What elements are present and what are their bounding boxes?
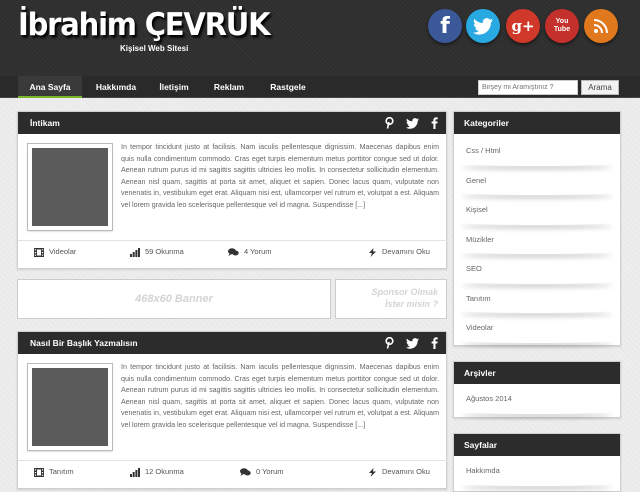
twitter-bird-icon xyxy=(473,17,493,35)
film-icon xyxy=(34,467,44,477)
googleplus-glyph: g+ xyxy=(511,17,535,35)
categories-list: Css / Html Genel Kişisel Müzikler SEO Ta… xyxy=(454,134,620,345)
category-item[interactable]: SEO xyxy=(454,256,620,286)
category-item[interactable]: Genel xyxy=(454,168,620,198)
archives-widget: Arşivler Ağustos 2014 xyxy=(453,361,621,418)
post-title[interactable]: Nasıl Bir Başlık Yazmalısın xyxy=(30,338,138,348)
post-category-label: Tanıtım xyxy=(49,467,74,476)
category-item[interactable]: Müzikler xyxy=(454,227,620,257)
pages-list: Hakkımda xyxy=(454,456,620,488)
post-meta: Videolar 59 Okunma 4 Yorum Devamını Oku xyxy=(18,240,448,262)
googleplus-icon[interactable]: g+ xyxy=(506,9,540,43)
post-card: Nasıl Bir Başlık Yazmalısın In tempor ti… xyxy=(17,331,448,489)
youtube-icon[interactable]: You Tube xyxy=(545,9,579,43)
post-share-icons xyxy=(385,332,438,354)
post-reads-label: 59 Okunma xyxy=(145,247,184,256)
site-tagline: Kişisel Web Sitesi xyxy=(120,44,189,53)
archive-item[interactable]: Ağustos 2014 xyxy=(454,386,620,416)
twitter-icon[interactable] xyxy=(466,9,500,43)
search-input[interactable] xyxy=(478,80,578,95)
nav-item-about[interactable]: Hakkımda xyxy=(88,76,144,98)
post-share-icons xyxy=(385,112,438,134)
categories-title: Kategoriler xyxy=(454,112,620,134)
post-thumbnail[interactable] xyxy=(27,143,113,231)
sponsor-banner[interactable]: Sponsor Olmak İster misin ? xyxy=(335,279,447,319)
sponsor-line-1: Sponsor Olmak xyxy=(371,287,438,297)
pages-widget: Sayfalar Hakkımda xyxy=(453,433,621,492)
post-category[interactable]: Videolar xyxy=(34,241,76,263)
post-comments[interactable]: 0 Yorum xyxy=(240,461,284,483)
pages-title: Sayfalar xyxy=(454,434,620,456)
read-more-label: Devamını Oku xyxy=(382,247,430,256)
lightning-icon xyxy=(369,467,376,477)
nav-item-random[interactable]: Rastgele xyxy=(260,76,316,98)
read-more-link[interactable]: Devamını Oku xyxy=(368,241,430,263)
main-ad-banner[interactable]: 468x60 Banner xyxy=(17,279,331,319)
read-more-label: Devamını Oku xyxy=(382,467,430,476)
bar-chart-icon xyxy=(130,247,140,257)
post-reads-label: 12 Okunma xyxy=(145,467,184,476)
archives-list: Ağustos 2014 xyxy=(454,384,620,416)
post-title[interactable]: İntikam xyxy=(30,118,60,128)
nav-item-contact[interactable]: İletişim xyxy=(150,76,198,98)
site-title[interactable]: İbrahim ÇEVRÜK xyxy=(18,6,271,43)
category-item[interactable]: Videolar xyxy=(454,315,620,345)
twitter-share-icon[interactable] xyxy=(406,117,419,129)
pinterest-icon[interactable] xyxy=(385,117,394,129)
main-banner-label: 468x60 Banner xyxy=(135,293,213,305)
categories-widget: Kategoriler Css / Html Genel Kişisel Müz… xyxy=(453,111,621,346)
post-category[interactable]: Tanıtım xyxy=(34,461,74,483)
facebook-icon[interactable]: f xyxy=(428,9,462,43)
facebook-share-icon[interactable] xyxy=(431,117,438,129)
comments-icon xyxy=(240,467,251,476)
post-comments-label: 0 Yorum xyxy=(256,467,284,476)
page-item[interactable]: Hakkımda xyxy=(454,458,620,488)
read-more-link[interactable]: Devamını Oku xyxy=(368,461,430,483)
post-card: İntikam In tempor tincidunt justo at fac… xyxy=(17,111,448,269)
post-comments-label: 4 Yorum xyxy=(244,247,272,256)
category-item[interactable]: Kişisel xyxy=(454,197,620,227)
film-icon xyxy=(34,247,44,257)
twitter-share-icon[interactable] xyxy=(406,337,419,349)
post-meta: Tanıtım 12 Okunma 0 Yorum Devamını Oku xyxy=(18,460,448,482)
rss-feed-icon xyxy=(593,19,608,34)
post-header: Nasıl Bir Başlık Yazmalısın xyxy=(18,332,446,354)
lightning-icon xyxy=(369,247,376,257)
nav-item-ads[interactable]: Reklam xyxy=(204,76,254,98)
category-item[interactable]: Css / Html xyxy=(454,138,620,168)
facebook-glyph: f xyxy=(440,13,450,39)
post-thumbnail[interactable] xyxy=(27,363,113,451)
pinterest-icon[interactable] xyxy=(385,337,394,349)
site-header: İbrahim ÇEVRÜK Kişisel Web Sitesi f g+ Y… xyxy=(0,0,640,76)
sponsor-line-2: İster misin ? xyxy=(384,299,438,309)
archives-title: Arşivler xyxy=(454,362,620,384)
post-excerpt: In tempor tincidunt justo at facilisis. … xyxy=(121,363,439,429)
nav-item-home[interactable]: Ana Sayfa xyxy=(18,76,82,98)
search-button[interactable]: Arama xyxy=(581,80,619,95)
category-item[interactable]: Tanıtım xyxy=(454,286,620,316)
post-excerpt: In tempor tincidunt justo at facilisis. … xyxy=(121,143,439,209)
youtube-glyph: You Tube xyxy=(553,18,571,33)
post-category-label: Videolar xyxy=(49,247,77,256)
post-comments[interactable]: 4 Yorum xyxy=(228,241,272,263)
post-reads: 59 Okunma xyxy=(130,241,184,263)
bar-chart-icon xyxy=(130,467,140,477)
facebook-share-icon[interactable] xyxy=(431,337,438,349)
comments-icon xyxy=(228,247,239,256)
post-reads: 12 Okunma xyxy=(130,461,184,483)
rss-icon[interactable] xyxy=(584,9,618,43)
post-header: İntikam xyxy=(18,112,446,134)
